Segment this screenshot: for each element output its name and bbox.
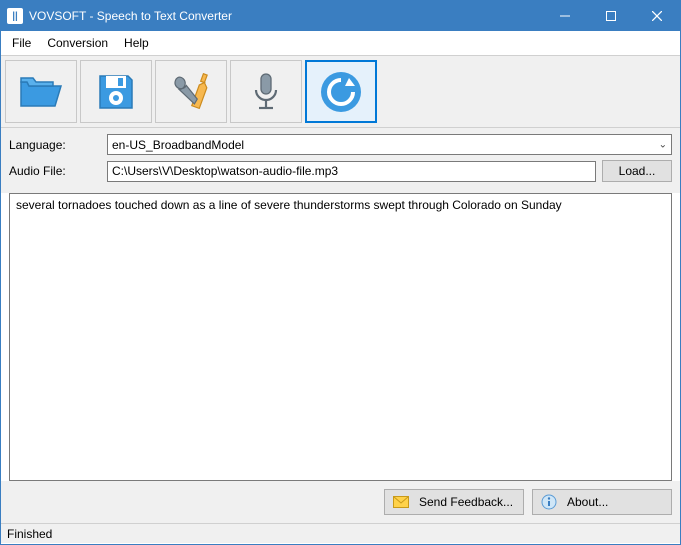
titlebar: || VOVSOFT - Speech to Text Converter [1, 1, 680, 31]
audio-file-input[interactable]: C:\Users\V\Desktop\watson-audio-file.mp3 [107, 161, 596, 182]
send-feedback-label: Send Feedback... [419, 495, 513, 509]
menubar: File Conversion Help [1, 31, 680, 56]
app-icon: || [7, 8, 23, 24]
load-button-label: Load... [619, 164, 656, 178]
record-button[interactable] [230, 60, 302, 123]
audio-file-value: C:\Users\V\Desktop\watson-audio-file.mp3 [112, 164, 338, 178]
load-button[interactable]: Load... [602, 160, 672, 182]
menu-file[interactable]: File [5, 34, 38, 52]
settings-button[interactable] [155, 60, 227, 123]
window-title: VOVSOFT - Speech to Text Converter [29, 9, 542, 23]
form-area: Language: en-US_BroadbandModel ⌄ Audio F… [1, 128, 680, 193]
close-icon [652, 11, 662, 21]
convert-button[interactable] [305, 60, 377, 123]
language-select[interactable]: en-US_BroadbandModel ⌄ [107, 134, 672, 155]
chevron-down-icon: ⌄ [659, 139, 667, 150]
about-button[interactable]: About... [532, 489, 672, 515]
minimize-button[interactable] [542, 1, 588, 31]
status-text: Finished [7, 527, 52, 541]
info-icon [541, 494, 557, 510]
save-icon [92, 68, 140, 116]
statusbar: Finished [1, 523, 680, 543]
microphone-icon [242, 68, 290, 116]
send-feedback-button[interactable]: Send Feedback... [384, 489, 524, 515]
menu-conversion[interactable]: Conversion [40, 34, 115, 52]
toolbar [1, 56, 680, 128]
tools-icon [167, 68, 215, 116]
language-label: Language: [9, 138, 101, 152]
output-text: several tornadoes touched down as a line… [16, 198, 562, 212]
menu-help[interactable]: Help [117, 34, 156, 52]
language-value: en-US_BroadbandModel [112, 138, 244, 152]
folder-open-icon [17, 68, 65, 116]
audio-label: Audio File: [9, 164, 101, 178]
envelope-icon [393, 494, 409, 510]
output-textarea[interactable]: several tornadoes touched down as a line… [9, 193, 672, 481]
close-button[interactable] [634, 1, 680, 31]
maximize-button[interactable] [588, 1, 634, 31]
window-controls [542, 1, 680, 31]
language-row: Language: en-US_BroadbandModel ⌄ [9, 134, 672, 155]
maximize-icon [606, 11, 616, 21]
open-button[interactable] [5, 60, 77, 123]
refresh-icon [317, 68, 365, 116]
bottom-buttons: Send Feedback... About... [1, 481, 680, 523]
audio-row: Audio File: C:\Users\V\Desktop\watson-au… [9, 160, 672, 182]
about-label: About... [567, 495, 608, 509]
minimize-icon [560, 11, 570, 21]
save-button[interactable] [80, 60, 152, 123]
